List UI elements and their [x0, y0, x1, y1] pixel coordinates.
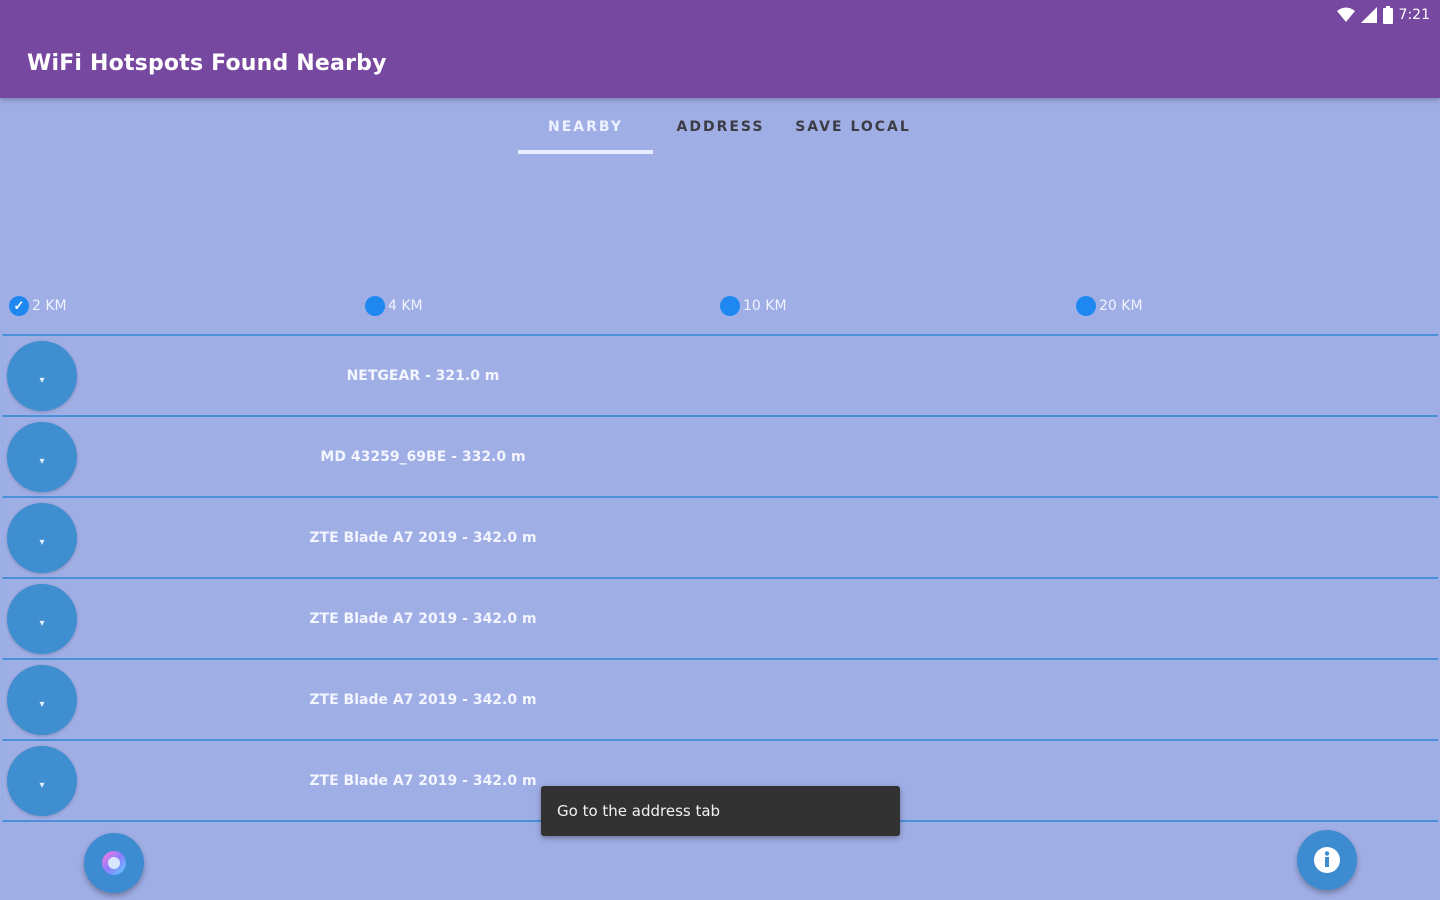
- hotspot-list: ▾ NETGEAR - 321.0 m ▾ MD 43259_69BE - 33…: [2, 334, 1438, 822]
- radius-label: 2 KM: [32, 298, 67, 314]
- hotspot-avatar: ▾: [7, 422, 77, 492]
- hotspot-name: ZTE Blade A7 2019 - 342.0 m: [309, 529, 537, 546]
- tab-save-local[interactable]: Save Local: [788, 104, 918, 150]
- radius-option-2km[interactable]: ✓ 2 KM: [9, 296, 67, 316]
- radio-icon[interactable]: [1076, 296, 1096, 316]
- app-title: WiFi Hotspots Found Nearby: [27, 51, 387, 76]
- hotspot-name: NETGEAR - 321.0 m: [346, 367, 500, 384]
- colorful-circle-icon: [102, 851, 126, 875]
- info-icon: [1314, 847, 1340, 873]
- radius-option-20km[interactable]: 20 KM: [1076, 296, 1143, 316]
- radius-label: 20 KM: [1099, 298, 1143, 314]
- wifi-icon: [1336, 7, 1355, 22]
- toast-message: Go to the address tab: [541, 786, 900, 836]
- theme-fab-button[interactable]: [84, 833, 144, 893]
- radius-label: 10 KM: [743, 298, 787, 314]
- signal-icon: [1360, 7, 1377, 23]
- radius-option-10km[interactable]: 10 KM: [720, 296, 787, 316]
- checked-radio-icon[interactable]: ✓: [9, 296, 29, 316]
- list-item[interactable]: ▾ MD 43259_69BE - 332.0 m: [2, 415, 1438, 496]
- dot-icon: ▾: [39, 698, 45, 710]
- dot-icon: ▾: [39, 455, 45, 467]
- list-item[interactable]: ▾ ZTE Blade A7 2019 - 342.0 m: [2, 577, 1438, 658]
- list-item[interactable]: ▾ NETGEAR - 321.0 m: [2, 334, 1438, 415]
- hotspot-name: ZTE Blade A7 2019 - 342.0 m: [309, 691, 537, 708]
- tab-nearby[interactable]: Nearby: [518, 104, 653, 154]
- list-item[interactable]: ▾ ZTE Blade A7 2019 - 342.0 m: [2, 658, 1438, 739]
- hotspot-avatar: ▾: [7, 665, 77, 735]
- hotspot-avatar: ▾: [7, 584, 77, 654]
- info-fab-button[interactable]: [1297, 830, 1357, 890]
- radio-icon[interactable]: [720, 296, 740, 316]
- radio-icon[interactable]: [365, 296, 385, 316]
- hotspot-avatar: ▾: [7, 503, 77, 573]
- app-bar: 7:21 WiFi Hotspots Found Nearby: [0, 0, 1440, 98]
- battery-icon: [1382, 6, 1393, 24]
- status-time: 7:21: [1398, 7, 1430, 23]
- radius-label: 4 KM: [388, 298, 423, 314]
- hotspot-name: MD 43259_69BE - 332.0 m: [320, 448, 526, 465]
- dot-icon: ▾: [39, 374, 45, 386]
- tab-bar: Nearby Address Save Local: [518, 104, 918, 154]
- radius-option-4km[interactable]: 4 KM: [365, 296, 423, 316]
- list-item[interactable]: ▾ ZTE Blade A7 2019 - 342.0 m: [2, 496, 1438, 577]
- dot-icon: ▾: [39, 779, 45, 791]
- hotspot-avatar: ▾: [7, 341, 77, 411]
- hotspot-name: ZTE Blade A7 2019 - 342.0 m: [309, 610, 537, 627]
- dot-icon: ▾: [39, 617, 45, 629]
- status-bar: 7:21: [1336, 5, 1430, 25]
- tab-address[interactable]: Address: [653, 104, 788, 150]
- hotspot-avatar: ▾: [7, 746, 77, 816]
- radius-selector: ✓ 2 KM 4 KM 10 KM 20 KM: [0, 296, 1440, 320]
- dot-icon: ▾: [39, 536, 45, 548]
